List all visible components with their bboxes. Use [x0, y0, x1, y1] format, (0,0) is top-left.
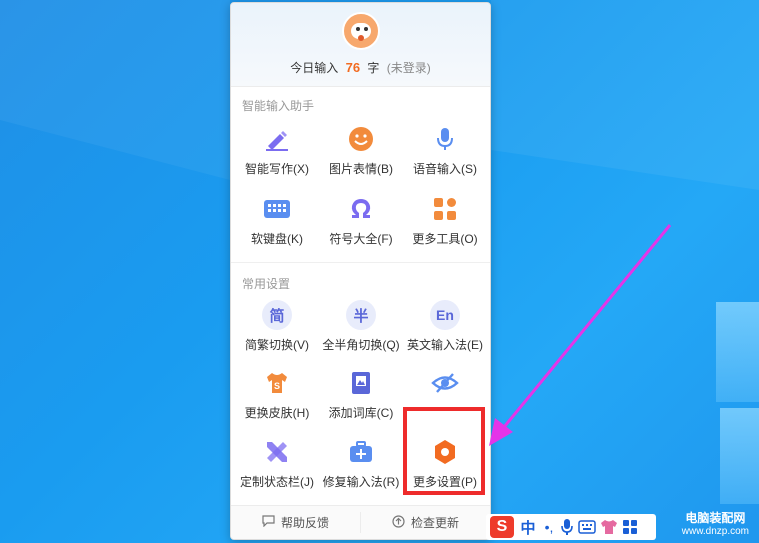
chinese-mode-toggle[interactable]: 中	[518, 517, 538, 538]
sogou-logo-icon[interactable]: S	[490, 516, 514, 538]
punctuation-toggle[interactable]: •,	[542, 519, 556, 535]
grid-icon[interactable]	[622, 519, 638, 535]
keyboard-icon[interactable]	[578, 520, 596, 534]
microphone-icon[interactable]	[560, 518, 574, 536]
ime-status-bar: S 中 •,	[486, 514, 656, 540]
shirt-icon[interactable]	[600, 519, 618, 535]
pointer-arrow	[489, 224, 672, 446]
watermark: 电脑装配网 www.dnzp.com	[681, 511, 749, 537]
